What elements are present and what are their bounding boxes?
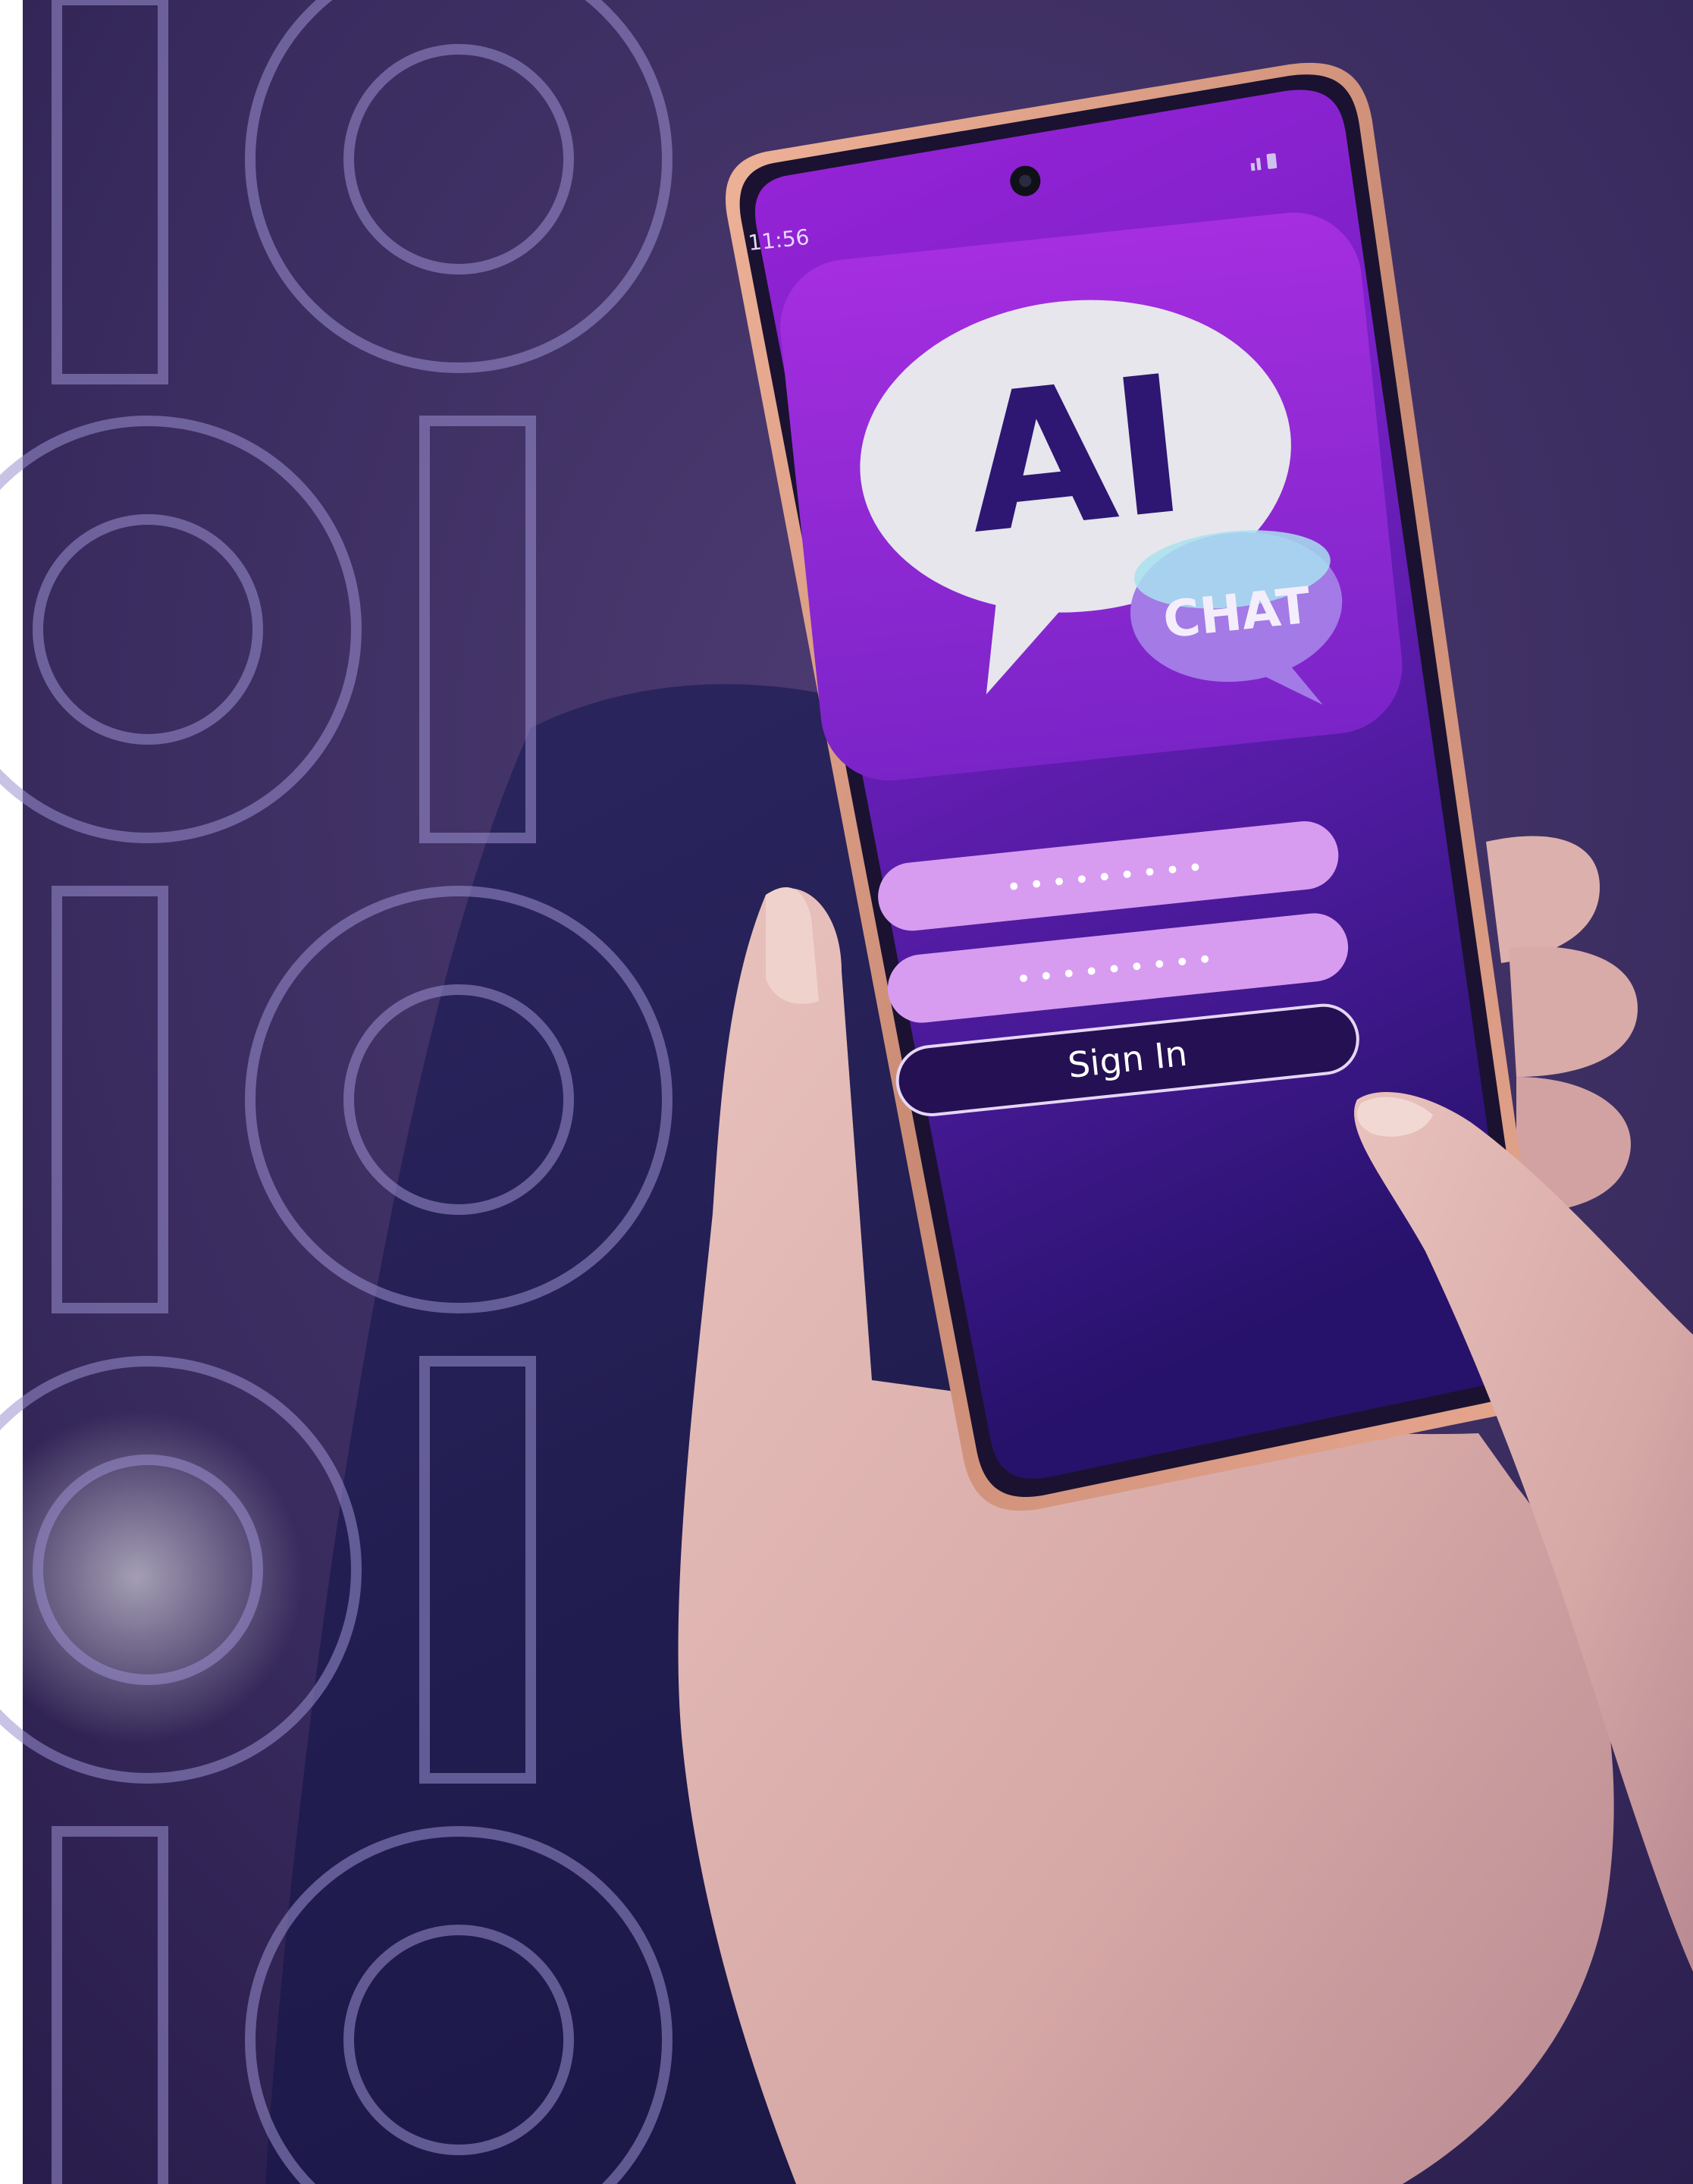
logo-ai-text: AI <box>956 334 1195 576</box>
left-edge-strip <box>0 0 23 2184</box>
photo-scene: 11:56 AI CHAT ••••••••• ••••••••• Sign I… <box>0 0 1693 2184</box>
scene-svg: 11:56 AI CHAT ••••••••• ••••••••• Sign I… <box>0 0 1693 2184</box>
battery-icon <box>1266 153 1278 169</box>
